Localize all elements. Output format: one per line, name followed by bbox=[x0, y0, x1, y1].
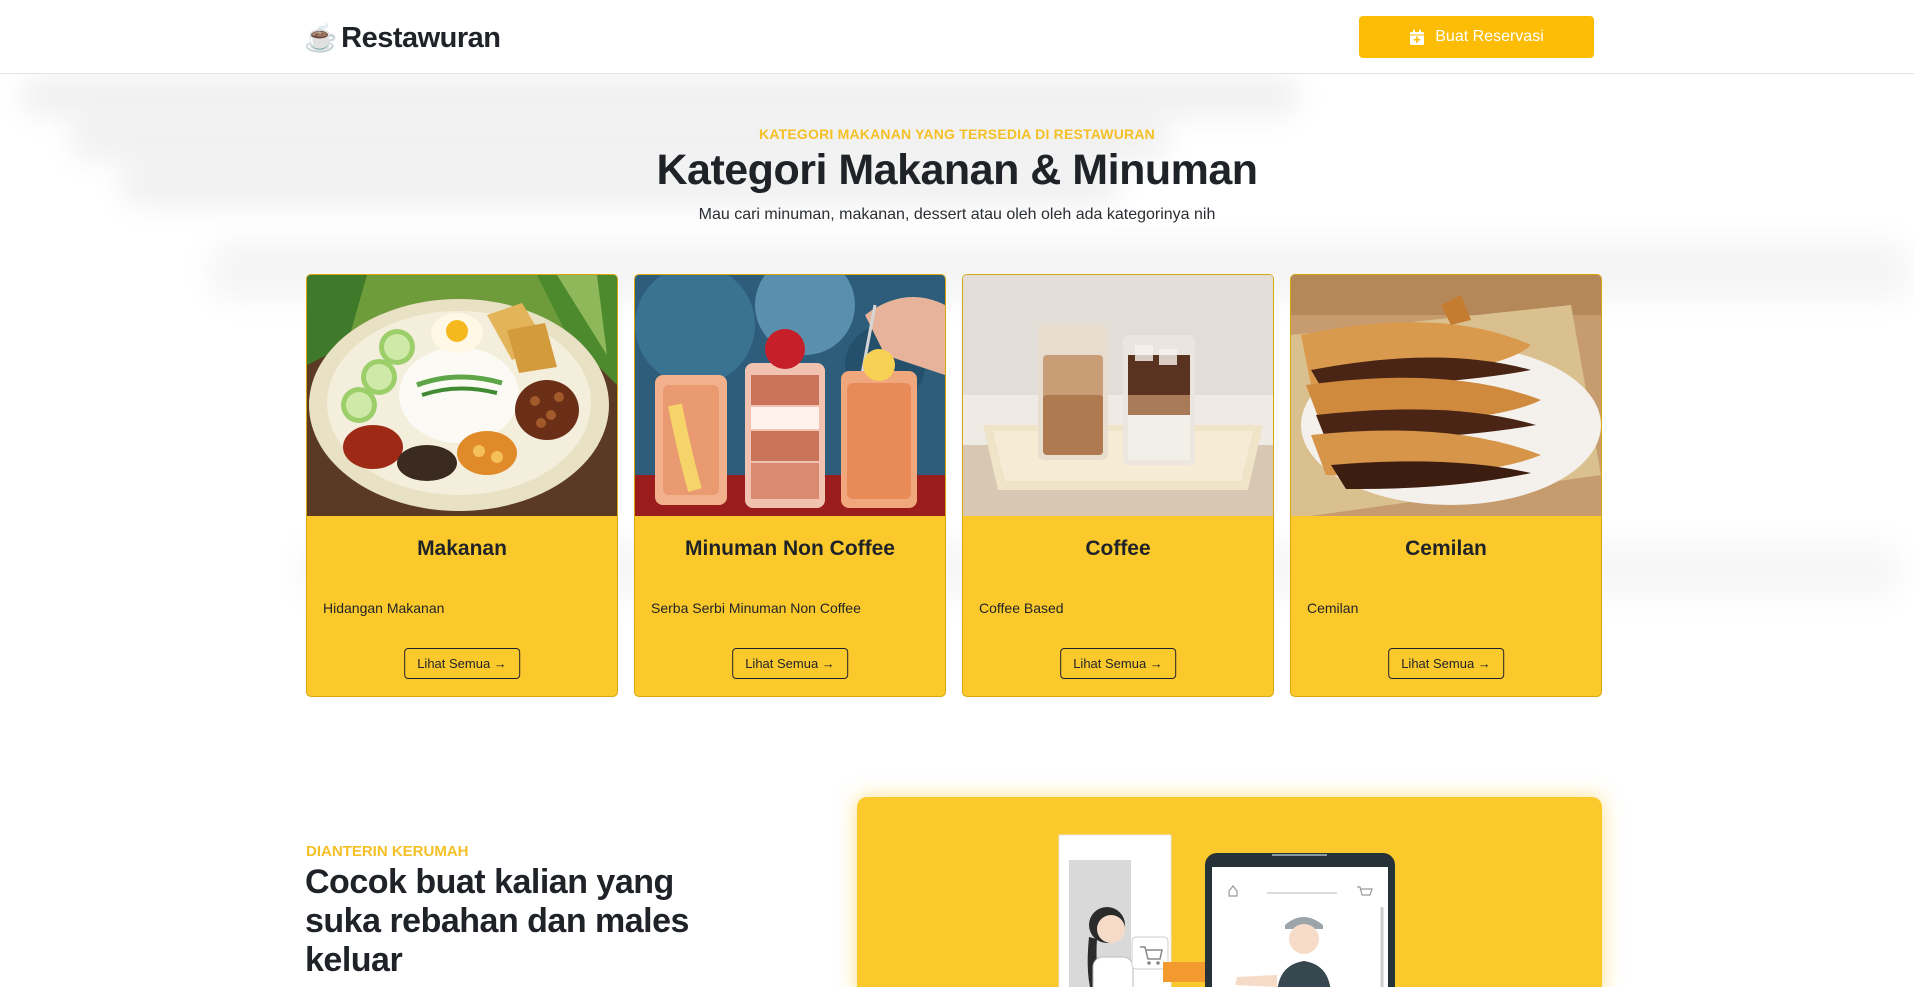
see-all-button[interactable]: Lihat Semua → bbox=[732, 648, 848, 679]
background-shadow bbox=[20, 76, 1300, 116]
category-card-minuman-non-coffee[interactable]: Minuman Non Coffee Serba Serbi Minuman N… bbox=[634, 274, 946, 697]
category-card-coffee[interactable]: Coffee Coffee Based Lihat Semua → bbox=[962, 274, 1274, 697]
delivery-kicker: DIANTERIN KERUMAH bbox=[306, 843, 469, 860]
online-delivery-illustration bbox=[1058, 834, 1395, 987]
brand-logo[interactable]: ☕ Restawuran bbox=[304, 18, 501, 58]
card-description: Hidangan Makanan bbox=[323, 600, 445, 616]
section-kicker: KATEGORI MAKANAN YANG TERSEDIA DI RESTAW… bbox=[759, 126, 1155, 142]
card-title: Makanan bbox=[417, 537, 507, 560]
nasi-lemak-image bbox=[307, 275, 617, 516]
card-title: Coffee bbox=[1085, 537, 1151, 560]
reserve-label: Buat Reservasi bbox=[1435, 28, 1544, 45]
delivery-illustration-panel bbox=[857, 797, 1602, 987]
calendar-plus-icon bbox=[1410, 29, 1425, 45]
card-description: Cemilan bbox=[1307, 600, 1359, 616]
see-all-button[interactable]: Lihat Semua → bbox=[404, 648, 520, 679]
card-description: Serba Serbi Minuman Non Coffee bbox=[651, 600, 861, 616]
delivery-title: Cocok buat kalian yang suka rebahan dan … bbox=[305, 863, 689, 979]
category-card-makanan[interactable]: Makanan Hidangan Makanan Lihat Semua → bbox=[306, 274, 618, 697]
reserve-button[interactable]: Buat Reservasi bbox=[1359, 16, 1594, 58]
brand-name: Restawuran bbox=[341, 21, 501, 54]
see-all-button[interactable]: Lihat Semua → bbox=[1388, 648, 1504, 679]
category-card-cemilan[interactable]: Cemilan Cemilan Lihat Semua → bbox=[1290, 274, 1602, 697]
pancake-snack-image bbox=[1291, 275, 1601, 516]
card-title: Cemilan bbox=[1405, 537, 1487, 560]
section-subtitle: Mau cari minuman, makanan, dessert atau … bbox=[698, 206, 1216, 223]
smoothie-image bbox=[635, 275, 945, 516]
coffee-cup-icon: ☕ bbox=[304, 22, 338, 53]
see-all-button[interactable]: Lihat Semua → bbox=[1060, 648, 1176, 679]
iced-coffee-image bbox=[963, 275, 1273, 516]
section-title: Kategori Makanan & Minuman bbox=[656, 146, 1258, 194]
card-description: Coffee Based bbox=[979, 600, 1064, 616]
card-title: Minuman Non Coffee bbox=[685, 537, 895, 560]
navbar: ☕ Restawuran Buat Reservasi bbox=[0, 0, 1914, 74]
